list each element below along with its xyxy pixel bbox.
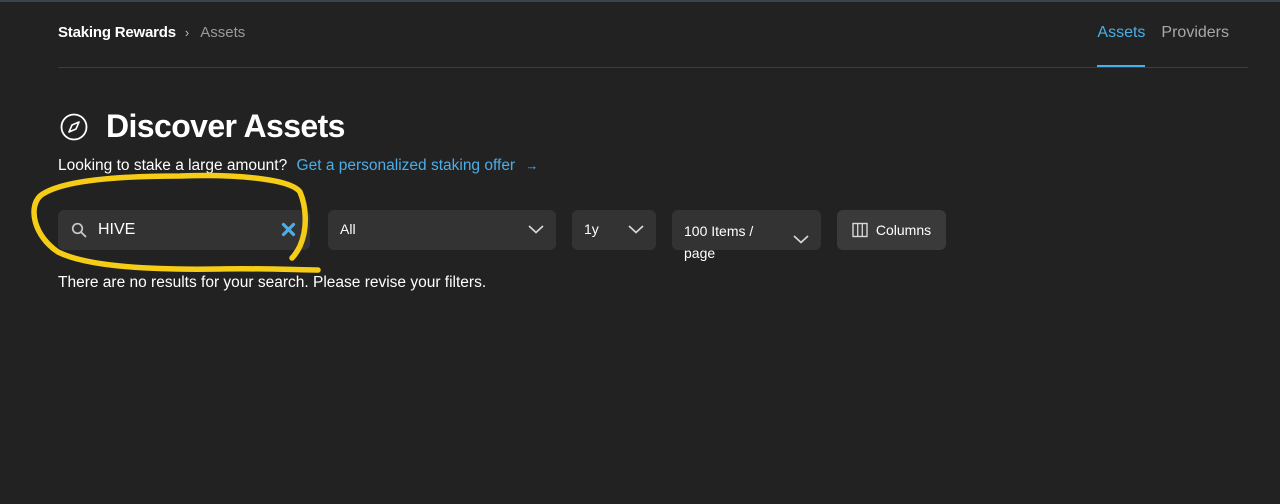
page-title-row: Discover Assets xyxy=(58,108,345,145)
subtitle-text: Looking to stake a large amount? xyxy=(58,157,288,174)
tab-assets[interactable]: Assets xyxy=(1097,2,1146,67)
columns-button-label: Columns xyxy=(875,222,932,238)
category-select[interactable]: All xyxy=(328,210,556,250)
top-header: Staking Rewards › Assets Assets Provider… xyxy=(58,2,1248,68)
breadcrumb-separator-icon: › xyxy=(184,25,190,40)
arrow-right-icon: → xyxy=(525,158,539,173)
columns-icon xyxy=(852,222,868,238)
period-select[interactable]: 1y xyxy=(572,210,656,250)
items-per-page-value: 100 Items / page xyxy=(684,223,754,261)
chevron-down-icon xyxy=(628,225,644,234)
no-results-message: There are no results for your search. Pl… xyxy=(58,274,487,291)
tab-providers[interactable]: Providers xyxy=(1161,2,1229,67)
staking-offer-prompt: Looking to stake a large amount? Get a p… xyxy=(58,157,538,175)
compass-icon xyxy=(60,113,88,140)
clear-search-icon[interactable] xyxy=(281,222,296,237)
yellow-highlight-annotation xyxy=(31,172,321,273)
personalized-offer-link[interactable]: Get a personalized staking offer xyxy=(297,157,516,174)
category-select-value: All xyxy=(340,221,356,237)
search-icon xyxy=(71,222,87,238)
nav-tabs: Assets Providers xyxy=(1097,2,1229,67)
search-field xyxy=(58,210,310,250)
page-title: Discover Assets xyxy=(106,108,345,144)
breadcrumb: Staking Rewards › Assets xyxy=(58,24,245,41)
breadcrumb-current: Assets xyxy=(200,24,246,41)
period-select-value: 1y xyxy=(584,221,599,237)
items-per-page-select[interactable]: 100 Items / page xyxy=(672,210,821,261)
breadcrumb-root-link[interactable]: Staking Rewards xyxy=(58,24,176,41)
search-input[interactable] xyxy=(98,210,278,250)
chevron-down-icon xyxy=(793,235,809,244)
columns-button[interactable]: Columns xyxy=(837,210,946,250)
chevron-down-icon xyxy=(528,225,544,234)
